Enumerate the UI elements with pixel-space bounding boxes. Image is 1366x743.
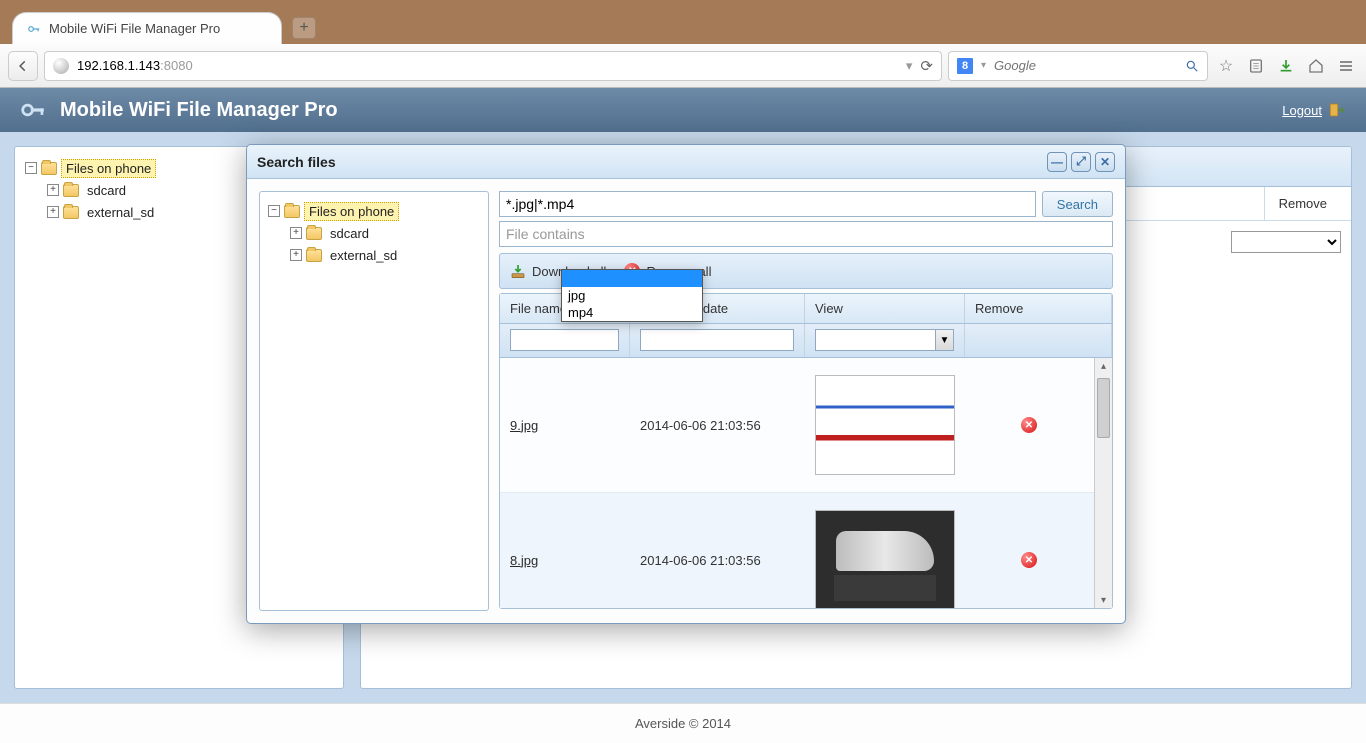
filter-view-value [816,330,935,350]
logout-icon [1328,101,1346,119]
url-text: 192.168.1.143:8080 [77,58,193,73]
tree-label[interactable]: sdcard [83,182,130,199]
home-icon[interactable] [1304,54,1328,78]
tree-label[interactable]: Files on phone [61,159,156,178]
app-area: Mobile WiFi File Manager Pro Logout − Fi… [0,88,1366,743]
folder-icon [63,206,79,219]
folder-icon [63,184,79,197]
filter-view-select[interactable]: ▼ [815,329,954,351]
globe-icon [53,58,69,74]
remove-column-header: Remove [1264,187,1341,220]
app-body: − Files on phone + sdcard + external_sd [0,132,1366,703]
file-mask-input[interactable] [499,191,1036,217]
file-link[interactable]: 9.jpg [510,418,538,433]
filter-file-name-input[interactable] [510,329,619,351]
modal-right: Search Download all ✕ [499,191,1113,611]
remove-row-button[interactable]: ✕ [1021,417,1037,433]
tab-strip: Mobile WiFi File Manager Pro + [0,0,1366,44]
back-button[interactable] [8,51,38,81]
tree-label[interactable]: external_sd [83,204,158,221]
scrollbar-thumb[interactable] [1097,378,1110,438]
expand-icon[interactable]: + [290,249,302,261]
search-files-modal: Search files — ⤢ ✕ − Files on phone [246,144,1126,624]
table-row: 9.jpg 2014-06-06 21:03:56 ✕ [500,358,1094,493]
folder-icon [41,162,57,175]
menu-icon[interactable] [1334,54,1358,78]
close-button[interactable]: ✕ [1095,152,1115,172]
col-view[interactable]: View [805,294,965,323]
chevron-down-icon[interactable]: ▼ [935,330,953,350]
chevron-down-icon[interactable]: ▾ [981,60,986,71]
grid-body: 9.jpg 2014-06-06 21:03:56 ✕ 8.jpg 2014-0… [500,358,1112,608]
dropdown-option-jpg[interactable]: jpg [562,287,702,304]
tree-label[interactable]: external_sd [326,247,401,264]
chevron-down-icon[interactable]: ▾ [906,58,913,74]
thumbnail[interactable] [815,375,955,475]
search-icon[interactable] [1185,59,1199,73]
logout-link[interactable]: Logout [1282,103,1322,118]
downloads-icon[interactable] [1274,54,1298,78]
search-button[interactable]: Search [1042,191,1113,217]
tree-label[interactable]: sdcard [326,225,373,242]
dropdown-option-mp4[interactable]: mp4 [562,304,702,321]
footer-text: Averside © 2014 [635,716,731,731]
file-link[interactable]: 8.jpg [510,553,538,568]
col-remove[interactable]: Remove [965,294,1112,323]
modal-body: − Files on phone + sdcard + [247,179,1125,623]
browser-chrome: Mobile WiFi File Manager Pro + 192.168.1… [0,0,1366,88]
modal-tree-panel: − Files on phone + sdcard + [259,191,489,611]
tab-title: Mobile WiFi File Manager Pro [49,21,220,36]
right-panel-filter-select[interactable] [1231,231,1341,253]
maximize-button[interactable]: ⤢ [1071,152,1091,172]
browser-search-box[interactable]: 8 ▾ [948,51,1208,81]
browser-tab[interactable]: Mobile WiFi File Manager Pro [12,12,282,44]
folder-icon [284,205,300,218]
expand-icon[interactable]: + [47,206,59,218]
scroll-up-button[interactable]: ▴ [1095,358,1112,374]
tree-node[interactable]: + external_sd [290,244,480,266]
new-tab-button[interactable]: + [292,17,316,39]
modal-header[interactable]: Search files — ⤢ ✕ [247,145,1125,179]
reload-button[interactable]: ⟳ [920,57,933,75]
tree-root[interactable]: − Files on phone [268,200,480,222]
url-bar[interactable]: 192.168.1.143:8080 ▾ ⟳ [44,51,942,81]
tree-label[interactable]: Files on phone [304,202,399,221]
collapse-icon[interactable]: − [25,162,37,174]
expand-icon[interactable]: + [290,227,302,239]
file-date: 2014-06-06 21:03:56 [630,543,805,578]
search-engine-icon[interactable]: 8 [957,58,973,74]
footer: Averside © 2014 [0,703,1366,743]
collapse-icon[interactable]: − [268,205,280,217]
scroll-down-button[interactable]: ▾ [1095,592,1112,608]
file-contains-input[interactable] [499,221,1113,247]
folder-icon [306,249,322,262]
app-title: Mobile WiFi File Manager Pro [60,99,338,122]
file-date: 2014-06-06 21:03:56 [630,408,805,443]
remove-row-button[interactable]: ✕ [1021,552,1037,568]
scrollbar[interactable]: ▴ ▾ [1094,358,1112,608]
table-row: 8.jpg 2014-06-06 21:03:56 ✕ [500,493,1094,608]
bookmark-star-icon[interactable]: ☆ [1214,54,1238,78]
app-header: Mobile WiFi File Manager Pro Logout [0,88,1366,132]
filter-date-input[interactable] [640,329,794,351]
thumbnail[interactable] [815,510,955,608]
folder-icon [306,227,322,240]
reading-list-icon[interactable] [1244,54,1268,78]
key-icon [27,22,41,36]
key-icon [20,97,46,123]
download-icon [510,263,526,279]
browser-search-input[interactable] [994,58,1177,73]
grid-filter-row: ▼ [500,324,1112,358]
navbar: 192.168.1.143:8080 ▾ ⟳ 8 ▾ ☆ [0,44,1366,88]
results-grid: File name Create file date View Remove [499,293,1113,609]
expand-icon[interactable]: + [47,184,59,196]
modal-title: Search files [257,154,336,170]
minimize-button[interactable]: — [1047,152,1067,172]
view-dropdown-list: jpg mp4 [561,269,703,322]
dropdown-option-blank[interactable] [562,270,702,287]
tree-node[interactable]: + sdcard [290,222,480,244]
